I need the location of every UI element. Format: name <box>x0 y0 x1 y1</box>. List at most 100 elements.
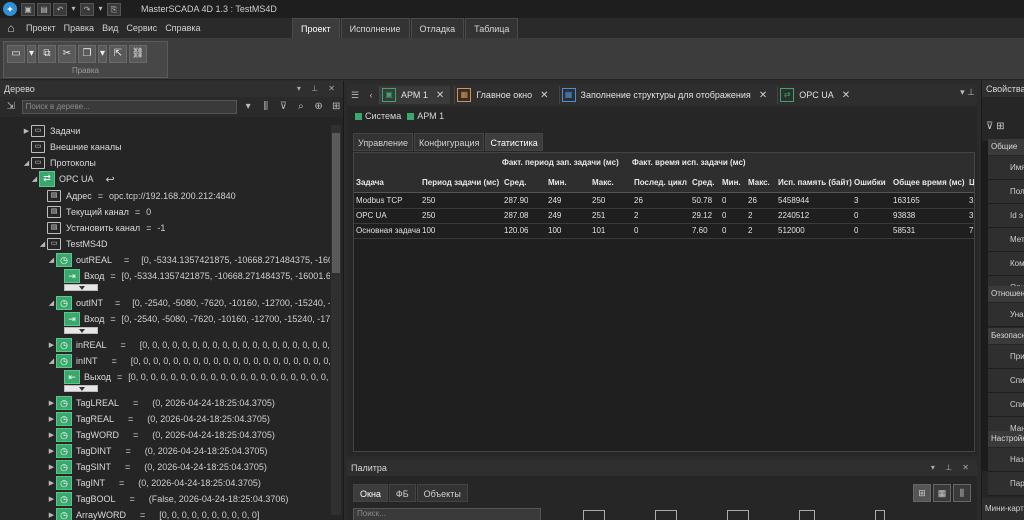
collapse-arrow-icon[interactable]: ◢ <box>47 299 56 307</box>
ribbon-tab-project[interactable]: Проект <box>292 18 340 38</box>
palette-item-icon[interactable] <box>799 510 815 520</box>
prop-group-security[interactable]: Безопасность <box>988 328 1024 344</box>
palette-item-icon[interactable] <box>727 510 749 520</box>
panel-pin-close-icon[interactable]: ▾ ⊥ ✕ <box>931 460 973 476</box>
palette-item-icon[interactable] <box>655 510 677 520</box>
table-row[interactable]: OPC UA 250 287.08 249 251 2 29.12 0 2 22… <box>354 209 974 224</box>
tree-node[interactable]: ▤ Текущий канал = 0 <box>47 204 151 220</box>
expand-arrow-icon[interactable]: ▶ <box>47 341 56 349</box>
expand-arrow-icon[interactable]: ▶ <box>22 127 31 135</box>
doc-tab-main-window[interactable]: ▦ Главное окно ✕ <box>454 86 554 104</box>
tree-node[interactable]: ◢ ◷ outREAL = [0, -5334.1357421875, -10668.2… <box>47 252 330 268</box>
tree-node[interactable]: ⇥ Вход = [0, -2540, -5080, -7620, -10160, -… <box>64 311 330 327</box>
redo-icon[interactable]: ↷ <box>80 2 94 16</box>
expand-arrow-icon[interactable]: ▶ <box>47 463 56 471</box>
col-header[interactable]: Задача <box>356 178 420 187</box>
tree-node[interactable]: ◢ ◷ outINT = [0, -2540, -5080, -7620, -10160… <box>47 295 330 311</box>
link-icon[interactable]: ⛓ <box>129 45 147 63</box>
paste-dropdown-icon[interactable]: ▾ <box>27 45 36 63</box>
expand-dropdown-button[interactable] <box>64 284 98 291</box>
tree-node[interactable]: ◢ ▭ TestMS4D <box>38 236 108 252</box>
prop-row[interactable]: Ком <box>988 252 1024 276</box>
tree-node[interactable]: ▶ ◷ TagLREAL = (0, 2026-04-24-18:25:04.3705) <box>47 395 275 411</box>
scrollbar-thumb[interactable] <box>332 133 340 273</box>
tree-node[interactable]: ⇤ Выход = [0, 0, 0, 0, 0, 0, 0, 0, 0, 0, 0,… <box>64 369 328 385</box>
search-icon[interactable]: ⌕ <box>294 100 308 114</box>
expand-dropdown-button[interactable] <box>64 385 98 392</box>
save-icon[interactable]: ▣ <box>21 2 35 16</box>
tree-navigate-icon[interactable]: ⇲ <box>4 100 18 114</box>
panel-pin-close-icon[interactable]: ▾ ⊥ ✕ <box>297 81 339 97</box>
prop-group-general[interactable]: Общие <box>988 139 1024 155</box>
expand-icon[interactable]: ⊞ <box>329 100 343 114</box>
doc-tab-opcua[interactable]: ⇄ OPC UA ✕ <box>777 86 856 104</box>
col-header[interactable]: Исп. память (байт) <box>778 178 852 187</box>
copy-icon[interactable]: ⧉ <box>38 45 56 63</box>
restore-icon[interactable]: ⎘ <box>107 2 121 16</box>
zoom-icon[interactable]: ⊕ <box>312 100 326 114</box>
menu-service[interactable]: Сервис <box>122 23 161 33</box>
search-dropdown-icon[interactable]: ▾ <box>241 100 255 114</box>
undo-dropdown-icon[interactable]: ▾ <box>69 3 78 16</box>
col-header[interactable]: Мин. <box>722 178 746 187</box>
expand-arrow-icon[interactable]: ▶ <box>47 495 56 503</box>
prop-row[interactable]: Пол <box>988 180 1024 204</box>
close-icon[interactable]: ✕ <box>759 90 767 101</box>
prop-row[interactable]: Пар <box>988 472 1024 496</box>
collapse-arrow-icon[interactable]: ◢ <box>47 256 56 264</box>
tab-list-icon[interactable]: ☰ <box>347 87 363 103</box>
col-header[interactable]: Мин. <box>548 178 588 187</box>
collapse-arrow-icon[interactable]: ◢ <box>38 240 47 248</box>
tree-search-input[interactable]: Поиск в дереве... <box>21 100 238 114</box>
col-header[interactable]: Общее время (мс) <box>893 178 967 187</box>
expand-arrow-icon[interactable]: ▶ <box>47 415 56 423</box>
tree-node[interactable]: ▭ Внешние каналы <box>31 139 122 155</box>
select-icon[interactable]: ⇱ <box>109 45 127 63</box>
col-header[interactable]: Ц <box>969 178 974 187</box>
expand-arrow-icon[interactable]: ▶ <box>47 447 56 455</box>
tree-node[interactable]: ▤ Установить канал = -1 <box>47 220 165 236</box>
palette-tab-objects[interactable]: Объекты <box>416 484 468 502</box>
tree-node[interactable]: ▶ ◷ TagINT = (0, 2026-04-24-18:25:04.3705) <box>47 475 261 491</box>
col-header[interactable]: Макс. <box>592 178 628 187</box>
prop-group-relations[interactable]: Отношения <box>988 286 1024 302</box>
palette-search-input[interactable]: Поиск... <box>353 508 541 520</box>
back-arrow-icon[interactable]: ↩ <box>106 173 115 186</box>
menu-view[interactable]: Вид <box>98 23 122 33</box>
breadcrumb-item[interactable]: АРМ 1 <box>417 111 444 121</box>
collapse-arrow-icon[interactable]: ◢ <box>22 159 31 167</box>
doc-tab-arm1[interactable]: ▣ АРМ 1 ✕ <box>379 86 451 104</box>
menu-edit[interactable]: Правка <box>60 23 98 33</box>
duplicate-dropdown-icon[interactable]: ▾ <box>98 45 107 63</box>
col-header[interactable]: Ошибки <box>854 178 890 187</box>
palette-item-icon[interactable] <box>875 510 885 520</box>
column-view-icon[interactable]: ⫼ <box>953 484 971 502</box>
tree-node[interactable]: ▶ ◷ TagBOOL = (False, 2026-04-24-18:25:04.37… <box>47 491 288 507</box>
doc-tab-structure[interactable]: ▦ Заполнение структуры для отображения ✕ <box>558 86 774 104</box>
tree-node[interactable]: ▶ ◷ TagREAL = (0, 2026-04-24-18:25:04.3705) <box>47 411 270 427</box>
close-icon[interactable]: ✕ <box>540 90 548 101</box>
undo-icon[interactable]: ↶ <box>53 2 67 16</box>
align-icon[interactable]: ⫼ <box>259 100 273 114</box>
prop-row[interactable]: Имя <box>988 156 1024 180</box>
tab-configuration[interactable]: Конфигурация <box>414 133 485 151</box>
close-icon[interactable]: ✕ <box>842 90 850 101</box>
prop-group-settings[interactable]: Настройки <box>988 431 1024 447</box>
prop-row[interactable]: Наз <box>988 448 1024 472</box>
palette-tab-windows[interactable]: Окна <box>353 484 388 502</box>
tab-statistics[interactable]: Статистика <box>485 133 543 151</box>
filter-icon[interactable]: ⊽ <box>277 100 291 114</box>
ribbon-tab-table[interactable]: Таблица <box>465 18 519 38</box>
collapse-arrow-icon[interactable]: ◢ <box>47 357 56 365</box>
prop-row[interactable]: Уна <box>988 303 1024 327</box>
minimap-panel[interactable]: Мини-карта <box>982 498 1024 520</box>
prop-row[interactable]: Спи <box>988 369 1024 393</box>
save-all-icon[interactable]: ▤ <box>37 2 51 16</box>
props-toolbar-icon[interactable]: ⊽ ⊞ <box>986 121 1004 132</box>
ribbon-tab-execution[interactable]: Исполнение <box>340 18 410 38</box>
expand-arrow-icon[interactable]: ▶ <box>47 431 56 439</box>
prop-row[interactable]: Спи <box>988 393 1024 417</box>
expand-dropdown-button[interactable] <box>64 327 98 334</box>
grid-view-icon[interactable]: ⊞ <box>913 484 931 502</box>
tree-node[interactable]: ▶ ◷ TagDINT = (0, 2026-04-24-18:25:04.3705) <box>47 443 267 459</box>
